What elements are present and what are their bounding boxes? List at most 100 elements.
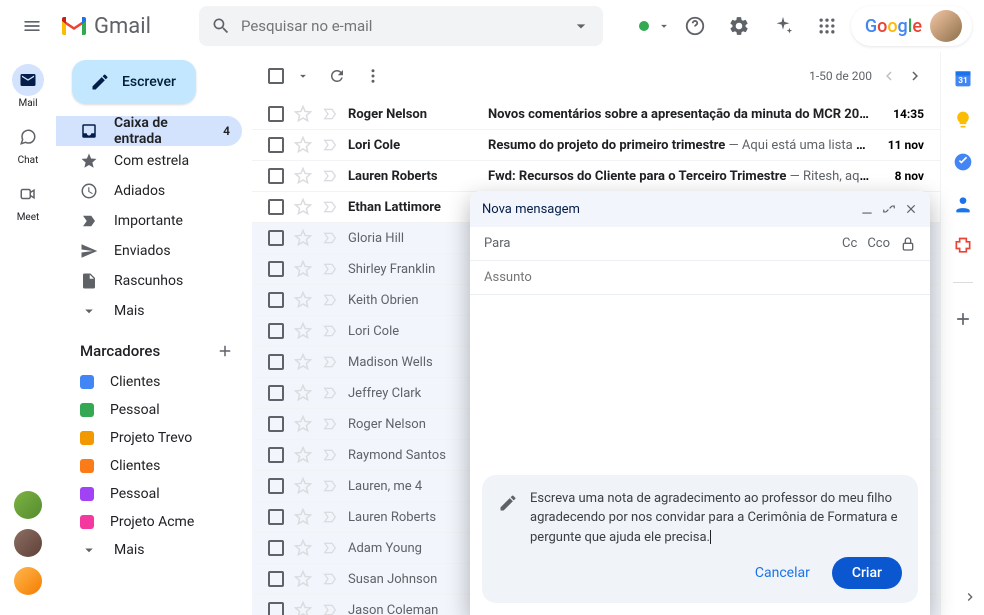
email-row[interactable]: Lauren RobertsFwd: Recursos do Cliente p… — [252, 161, 940, 192]
chat-avatar-2[interactable] — [14, 529, 42, 557]
row-checkbox[interactable] — [268, 261, 284, 277]
chat-avatar-1[interactable] — [14, 491, 42, 519]
tasks-icon[interactable] — [953, 152, 973, 172]
importance-icon[interactable] — [322, 602, 338, 615]
compose-body[interactable] — [470, 295, 930, 475]
importance-icon[interactable] — [322, 168, 338, 184]
to-input[interactable] — [520, 236, 832, 251]
row-checkbox[interactable] — [268, 540, 284, 556]
to-field[interactable]: Para Cc Cco — [470, 227, 930, 261]
nav-draft[interactable]: Rascunhos — [56, 266, 242, 296]
star-icon[interactable] — [294, 322, 312, 340]
status-chevron-icon[interactable] — [657, 19, 671, 33]
lock-icon[interactable] — [900, 236, 916, 252]
help-button[interactable] — [675, 6, 715, 46]
star-icon[interactable] — [294, 198, 312, 216]
add-addon-icon[interactable] — [953, 309, 973, 329]
label-item[interactable]: Projeto Trevo — [56, 424, 252, 452]
label-item[interactable]: Mais — [56, 536, 252, 564]
row-checkbox[interactable] — [268, 137, 284, 153]
star-icon[interactable] — [294, 353, 312, 371]
chat-avatar-3[interactable] — [14, 567, 42, 595]
user-avatar[interactable] — [930, 10, 962, 42]
search-bar[interactable] — [199, 6, 603, 46]
star-icon[interactable] — [294, 539, 312, 557]
addon-icon[interactable] — [953, 236, 973, 256]
bcc-button[interactable]: Cco — [867, 236, 890, 252]
settings-button[interactable] — [719, 6, 759, 46]
nav-inbox[interactable]: Caixa de entrada4 — [56, 116, 242, 146]
importance-icon[interactable] — [322, 199, 338, 215]
subject-field[interactable] — [470, 261, 930, 295]
star-icon[interactable] — [294, 167, 312, 185]
label-item[interactable]: Pessoal — [56, 396, 252, 424]
collapse-panel-icon[interactable] — [962, 589, 978, 605]
row-checkbox[interactable] — [268, 602, 284, 615]
sparkle-button[interactable] — [763, 6, 803, 46]
row-checkbox[interactable] — [268, 323, 284, 339]
nav-star[interactable]: Com estrela — [56, 146, 242, 176]
importance-icon[interactable] — [322, 447, 338, 463]
label-item[interactable]: Clientes — [56, 368, 252, 396]
star-icon[interactable] — [294, 570, 312, 588]
select-all-checkbox[interactable] — [268, 68, 284, 84]
nav-important[interactable]: Importante — [56, 206, 242, 236]
cancel-button[interactable]: Cancelar — [743, 557, 822, 589]
minimize-icon[interactable] — [860, 202, 874, 216]
label-item[interactable]: Projeto Acme — [56, 508, 252, 536]
nav-clock[interactable]: Adiados — [56, 176, 242, 206]
importance-icon[interactable] — [322, 323, 338, 339]
main-menu-button[interactable] — [12, 6, 52, 46]
star-icon[interactable] — [294, 384, 312, 402]
star-icon[interactable] — [294, 291, 312, 309]
importance-icon[interactable] — [322, 571, 338, 587]
row-checkbox[interactable] — [268, 168, 284, 184]
gmail-logo[interactable]: Gmail — [60, 14, 151, 39]
importance-icon[interactable] — [322, 106, 338, 122]
row-checkbox[interactable] — [268, 106, 284, 122]
row-checkbox[interactable] — [268, 230, 284, 246]
email-row[interactable]: Lori ColeResumo do projeto do primeiro t… — [252, 130, 940, 161]
star-icon[interactable] — [294, 415, 312, 433]
row-checkbox[interactable] — [268, 292, 284, 308]
star-icon[interactable] — [294, 508, 312, 526]
close-icon[interactable] — [904, 202, 918, 216]
keep-icon[interactable] — [953, 110, 973, 130]
row-checkbox[interactable] — [268, 199, 284, 215]
next-page-icon[interactable] — [906, 67, 924, 85]
importance-icon[interactable] — [322, 509, 338, 525]
importance-icon[interactable] — [322, 385, 338, 401]
importance-icon[interactable] — [322, 416, 338, 432]
label-item[interactable]: Pessoal — [56, 480, 252, 508]
rail-chat[interactable]: Chat — [8, 117, 48, 170]
add-label-icon[interactable] — [216, 342, 234, 360]
importance-icon[interactable] — [322, 292, 338, 308]
star-icon[interactable] — [294, 477, 312, 495]
subject-input[interactable] — [484, 270, 916, 285]
row-checkbox[interactable] — [268, 509, 284, 525]
star-icon[interactable] — [294, 229, 312, 247]
nav-more[interactable]: Mais — [56, 296, 242, 326]
importance-icon[interactable] — [322, 478, 338, 494]
row-checkbox[interactable] — [268, 385, 284, 401]
more-icon[interactable] — [364, 67, 382, 85]
select-dropdown-icon[interactable] — [296, 69, 310, 83]
importance-icon[interactable] — [322, 137, 338, 153]
star-icon[interactable] — [294, 260, 312, 278]
star-icon[interactable] — [294, 446, 312, 464]
prev-page-icon[interactable] — [880, 67, 898, 85]
rail-meet[interactable]: Meet — [8, 174, 48, 227]
label-item[interactable]: Clientes — [56, 452, 252, 480]
importance-icon[interactable] — [322, 261, 338, 277]
expand-icon[interactable] — [882, 202, 896, 216]
importance-icon[interactable] — [322, 354, 338, 370]
cc-button[interactable]: Cc — [842, 236, 857, 252]
row-checkbox[interactable] — [268, 354, 284, 370]
email-row[interactable]: Roger NelsonNovos comentários sobre a ap… — [252, 99, 940, 130]
importance-icon[interactable] — [322, 230, 338, 246]
apps-button[interactable] — [807, 6, 847, 46]
create-button[interactable]: Criar — [832, 557, 902, 589]
nav-send[interactable]: Enviados — [56, 236, 242, 266]
google-account[interactable]: Google — [851, 6, 972, 46]
row-checkbox[interactable] — [268, 416, 284, 432]
